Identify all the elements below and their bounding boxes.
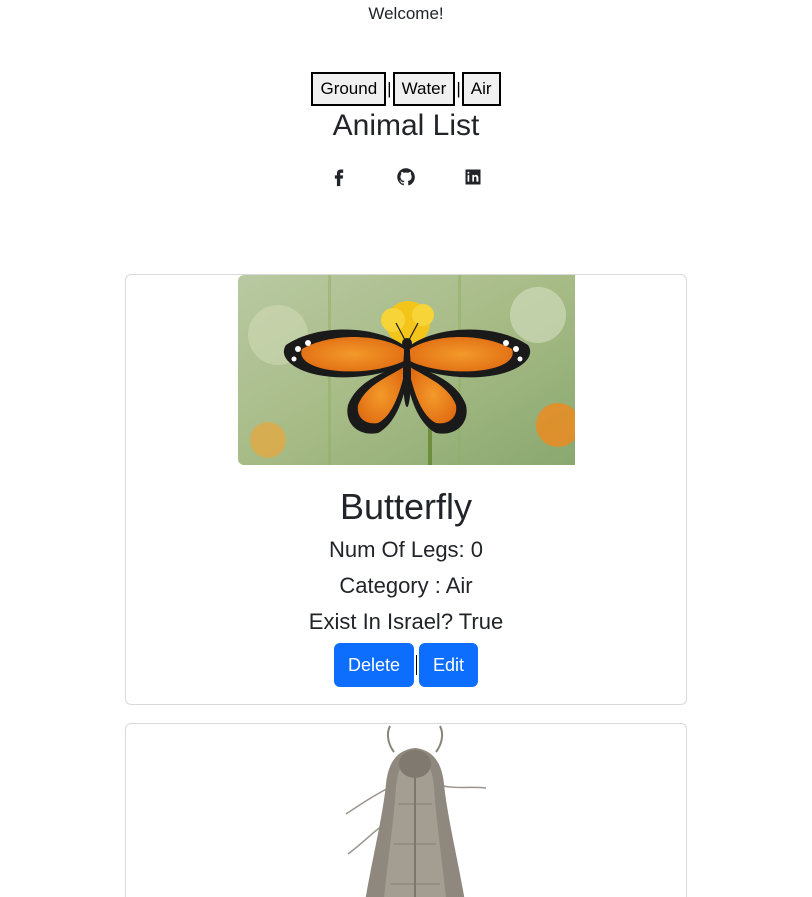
github-icon: [397, 167, 415, 185]
facebook-icon: [334, 169, 344, 186]
animal-exists-in-israel: Exist In Israel? True: [308, 609, 504, 634]
linkedin-link[interactable]: [463, 166, 484, 187]
animal-category: Category : Air: [339, 573, 473, 598]
linkedin-icon: [465, 169, 481, 184]
social-links: [0, 166, 812, 187]
welcome-text: Welcome!: [368, 4, 444, 23]
butterfly-photo: [238, 275, 575, 465]
button-separator: [416, 655, 417, 675]
card-actions: Delete Edit: [126, 643, 686, 687]
facebook-link[interactable]: [329, 166, 350, 187]
moth-photo: [336, 724, 496, 897]
edit-button[interactable]: Edit: [419, 643, 479, 687]
animal-card: Butterfly Num Of Legs: 0 Category : Air …: [125, 274, 687, 705]
filter-ground-button[interactable]: Ground: [311, 72, 387, 106]
animal-card: [125, 723, 687, 897]
page-title: Animal List: [332, 109, 480, 142]
page: Welcome! Ground | Water | Air Animal Lis…: [0, 0, 812, 897]
filter-air-button[interactable]: Air: [461, 72, 501, 106]
filter-water-button[interactable]: Water: [392, 72, 456, 106]
github-link[interactable]: [396, 166, 417, 187]
delete-button[interactable]: Delete: [333, 643, 414, 687]
animal-legs: Num Of Legs: 0: [328, 537, 484, 562]
category-filter-bar: Ground | Water | Air: [0, 72, 812, 106]
animal-name: Butterfly: [339, 486, 473, 527]
